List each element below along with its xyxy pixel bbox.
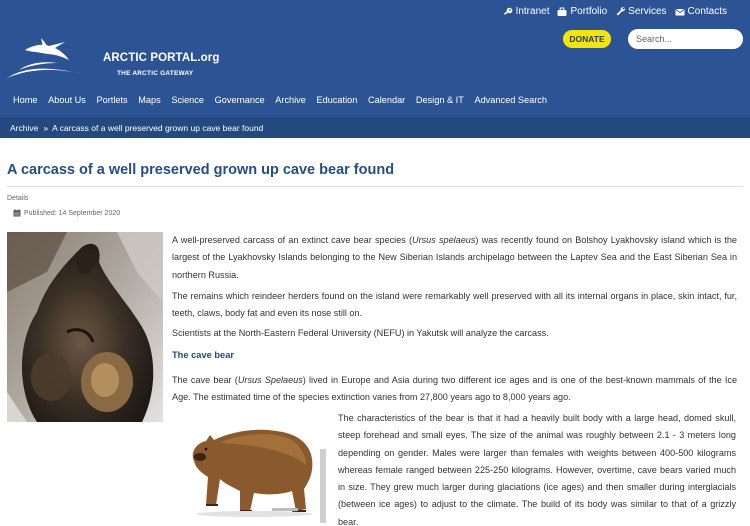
services-label: Services bbox=[628, 6, 667, 17]
article-paragraph-4: The cave bear (Ursus Spelaeus) lived in … bbox=[172, 372, 737, 407]
details-label: Details bbox=[7, 195, 29, 202]
nav-item-calendar[interactable]: Calendar bbox=[368, 95, 405, 105]
nav-item-education[interactable]: Education bbox=[316, 95, 357, 105]
page-title[interactable]: A carcass of a well preserved grown up c… bbox=[7, 162, 394, 178]
contacts-label: Contacts bbox=[687, 6, 727, 17]
nav-item-home[interactable]: Home bbox=[13, 95, 38, 105]
main-nav: Home About Us Portlets Maps Science Gove… bbox=[13, 95, 558, 105]
site-subtitle: THE ARCTIC GATEWAY bbox=[117, 70, 194, 77]
donate-button[interactable]: DONATE bbox=[563, 30, 611, 48]
calendar-icon bbox=[13, 209, 21, 217]
p4-text-a: The cave bear ( bbox=[172, 375, 238, 385]
cave-bear-illustration bbox=[180, 413, 326, 523]
top-links: Intranet Portfolio Services Contacts bbox=[503, 6, 727, 17]
briefcase-icon bbox=[557, 7, 567, 16]
published-date: Published: 14 September 2020 bbox=[13, 209, 120, 217]
wrench-icon bbox=[616, 6, 625, 16]
breadcrumb: Archive » A carcass of a well preserved … bbox=[0, 117, 750, 138]
nav-item-maps[interactable]: Maps bbox=[138, 95, 160, 105]
breadcrumb-current: A carcass of a well preserved grown up c… bbox=[52, 122, 264, 133]
article-paragraph-1: A well-preserved carcass of an extinct c… bbox=[172, 232, 737, 284]
intranet-link[interactable]: Intranet bbox=[503, 6, 550, 17]
portfolio-label: Portfolio bbox=[570, 6, 608, 17]
nav-item-governance[interactable]: Governance bbox=[215, 95, 265, 105]
search-input[interactable] bbox=[628, 29, 743, 49]
published-text: Published: 14 September 2020 bbox=[24, 209, 121, 217]
p1-text-a: A well-preserved carcass of an extinct c… bbox=[172, 235, 413, 245]
site-title[interactable]: ARCTIC PORTAL.org bbox=[103, 52, 219, 64]
nav-item-design-it[interactable]: Design & IT bbox=[416, 95, 464, 105]
services-link[interactable]: Services bbox=[615, 6, 667, 17]
article-paragraph-5: The characteristics of the bear is that … bbox=[338, 413, 736, 526]
nav-item-archive[interactable]: Archive bbox=[275, 95, 306, 105]
contacts-link[interactable]: Contacts bbox=[675, 6, 727, 17]
site-header: ARCTIC PORTAL.org THE ARCTIC GATEWAY Int… bbox=[0, 0, 750, 117]
article-paragraph-2: The remains which reindeer herders found… bbox=[172, 291, 737, 319]
nav-item-portlets[interactable]: Portlets bbox=[97, 95, 128, 105]
portfolio-link[interactable]: Portfolio bbox=[557, 6, 607, 17]
bear-carcass-photo bbox=[7, 232, 163, 422]
p1-species-name: Ursus spelaeus bbox=[412, 235, 476, 245]
nav-item-about-us[interactable]: About Us bbox=[48, 95, 86, 105]
nav-item-science[interactable]: Science bbox=[171, 95, 204, 105]
breadcrumb-archive[interactable]: Archive bbox=[10, 123, 38, 133]
breadcrumb-separator: » bbox=[43, 122, 49, 133]
key-icon bbox=[503, 7, 512, 15]
tern-logo-icon[interactable] bbox=[5, 32, 83, 82]
intranet-label: Intranet bbox=[515, 6, 550, 17]
nav-item-advanced-search[interactable]: Advanced Search bbox=[474, 95, 547, 105]
title-divider bbox=[7, 186, 743, 187]
section-heading-cave-bear: The cave bear bbox=[172, 350, 235, 360]
envelope-icon bbox=[675, 8, 685, 15]
p4-species-name: Ursus Spelaeus bbox=[237, 375, 303, 385]
article-paragraph-3: Scientists at the North-Eastern Federal … bbox=[172, 328, 549, 338]
